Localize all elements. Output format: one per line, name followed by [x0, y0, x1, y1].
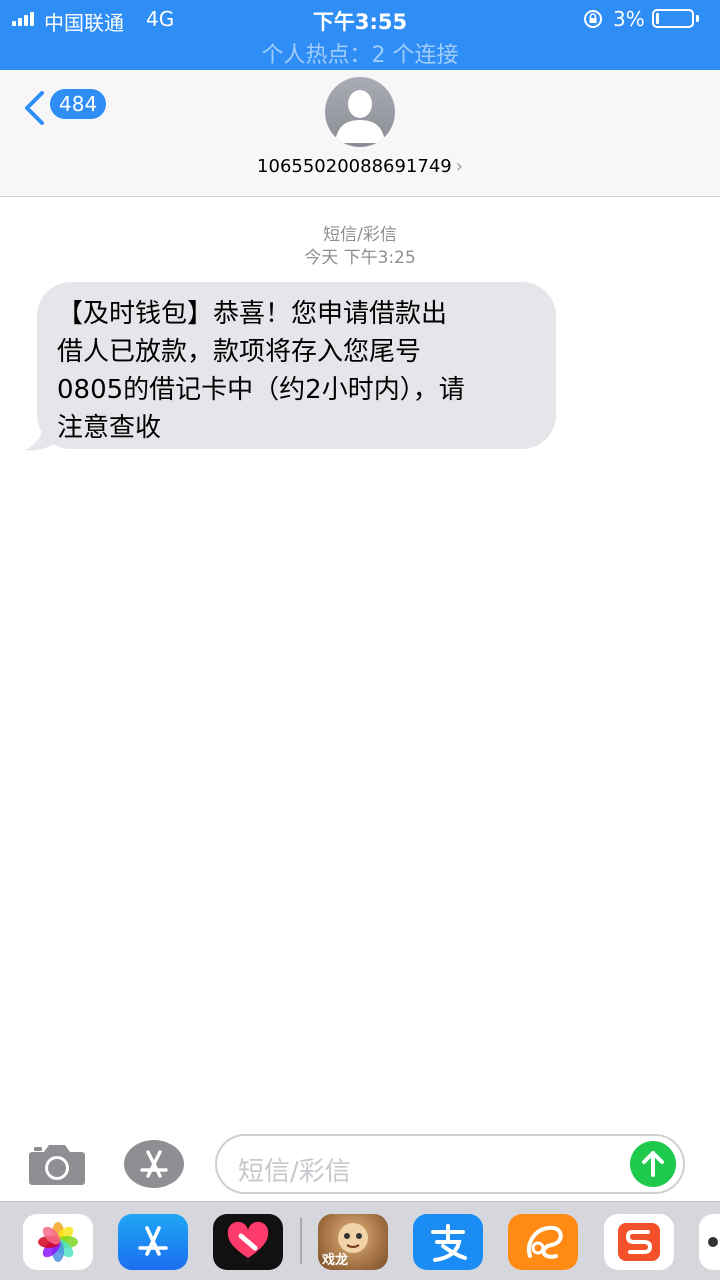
message-timestamp: 今天 下午3:25	[304, 248, 416, 268]
app-store-glyph	[138, 1226, 168, 1256]
game-app-icon[interactable]: 戏龙	[318, 1214, 388, 1270]
status-time: 下午3:55	[312, 10, 408, 34]
sogou-input-icon[interactable]	[604, 1214, 674, 1270]
heart-app-icon[interactable]	[213, 1214, 283, 1270]
more-icon[interactable]	[699, 1214, 720, 1270]
game-icon-label: 戏龙	[322, 1253, 349, 1268]
camera-icon[interactable]	[28, 1140, 86, 1186]
message-line: 0805的借记卡中（约2小时内），请	[57, 375, 465, 405]
sogou-glyph	[618, 1223, 660, 1261]
photos-icon[interactable]	[23, 1214, 93, 1270]
arrow-up-icon	[642, 1151, 664, 1177]
send-button[interactable]	[630, 1141, 676, 1187]
chevron-right-icon: ›	[455, 156, 463, 177]
alipay-icon[interactable]	[413, 1214, 483, 1270]
message-input[interactable]: 短信/彩信	[215, 1134, 685, 1194]
contact-name-row[interactable]: 10655020088691749 ›	[0, 156, 720, 177]
contact-number: 10655020088691749	[257, 156, 452, 177]
rotation-lock-icon	[584, 10, 602, 28]
app-store-icon[interactable]	[122, 1138, 186, 1190]
chevron-left-icon	[25, 91, 44, 125]
heart-icon	[227, 1221, 269, 1258]
message-line: 【及时钱包】恭喜！您申请借款出	[57, 299, 448, 329]
person-icon	[335, 90, 385, 143]
message-input-placeholder: 短信/彩信	[238, 1157, 351, 1187]
app-store-icon[interactable]	[118, 1214, 188, 1270]
contact-avatar[interactable]	[325, 77, 395, 147]
alipay-glyph	[431, 1224, 467, 1262]
drawer-divider	[300, 1218, 302, 1264]
message-line: 注意查收	[57, 413, 162, 443]
status-row: 中国联通 4G 下午3:55 3%	[0, 0, 720, 36]
more-dot	[708, 1237, 718, 1247]
battery-icon	[652, 9, 694, 28]
uc-browser-icon[interactable]	[508, 1214, 578, 1270]
conversation-header: 484 10655020088691749 ›	[0, 70, 720, 197]
battery-tip	[696, 15, 699, 22]
battery-percent: 3%	[613, 7, 645, 31]
hotspot-banner[interactable]: 个人热点：2 个连接	[0, 37, 720, 69]
message-type-label: 短信/彩信	[323, 225, 397, 245]
uc-squirrel	[527, 1225, 563, 1259]
message-line: 借人已放款，款项将存入您尾号	[57, 337, 422, 367]
photos-flower	[38, 1222, 78, 1262]
back-button[interactable]: 484	[20, 86, 110, 126]
unread-badge: 484	[50, 89, 107, 119]
message-bubble[interactable]: 【及时钱包】恭喜！您申请借款出 借人已放款，款项将存入您尾号 0805的借记卡中…	[37, 282, 556, 449]
status-bar: 中国联通 4G 下午3:55 3% 个人热点：2 个连接	[0, 0, 720, 70]
